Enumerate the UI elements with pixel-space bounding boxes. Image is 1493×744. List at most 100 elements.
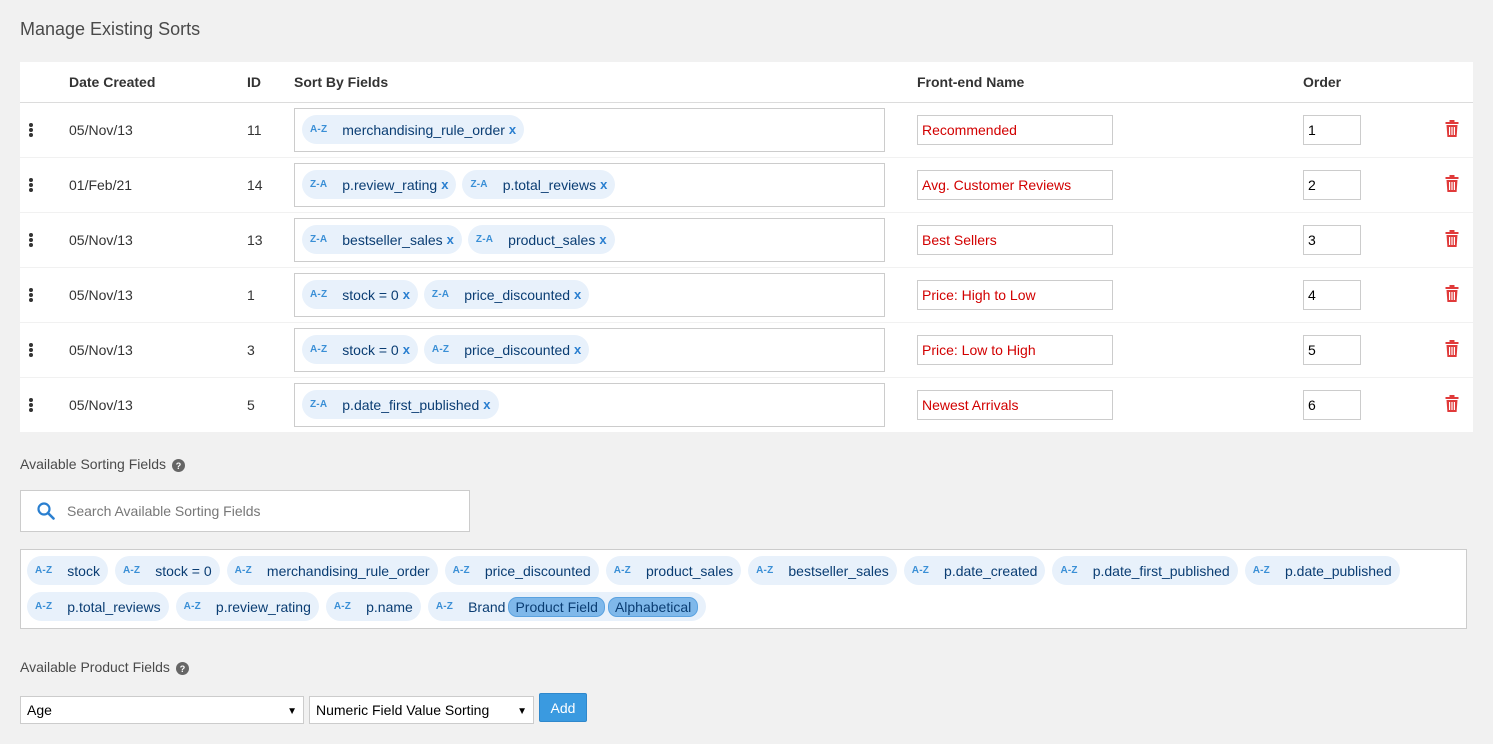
sort-direction-badge[interactable]: Z-A [310,179,327,190]
remove-field-icon[interactable]: x [509,122,516,137]
header-id: ID [247,62,294,103]
frontend-name-input[interactable] [917,224,1113,255]
available-field-chip[interactable]: A-Z p.total_reviews [27,592,169,621]
order-input[interactable] [1303,279,1361,310]
sort-direction-badge[interactable]: A-Z [453,565,470,576]
sort-direction-badge[interactable]: A-Z [235,565,252,576]
available-field-chip[interactable]: A-Z stock [27,556,108,585]
drag-handle-icon[interactable] [29,342,33,358]
available-sorting-label: Available Sorting Fields ? [20,455,186,472]
trash-icon[interactable] [1445,394,1459,415]
sort-direction-badge[interactable]: A-Z [334,601,351,612]
remove-field-icon[interactable]: x [403,287,410,302]
order-input[interactable] [1303,389,1361,420]
drag-handle-icon[interactable] [29,232,33,248]
available-field-chip[interactable]: A-Z bestseller_sales [748,556,897,585]
remove-field-icon[interactable]: x [447,232,454,247]
trash-icon[interactable] [1445,229,1459,250]
order-input[interactable] [1303,169,1361,200]
frontend-name-input[interactable] [917,169,1113,200]
available-field-chip[interactable]: A-Z p.date_first_published [1052,556,1238,585]
sort-direction-badge[interactable]: A-Z [1253,565,1270,576]
sort-direction-badge[interactable]: Z-A [432,289,449,300]
drag-handle-icon[interactable] [29,122,33,138]
available-field-chip[interactable]: A-Z merchandising_rule_order [226,556,438,585]
frontend-name-input[interactable] [917,279,1113,310]
sort-field-chip[interactable]: Z-A price_discounted x [423,280,590,309]
sort-fields-box[interactable]: Z-A p.date_first_published x [294,382,885,427]
sort-direction-badge[interactable]: A-Z [614,565,631,576]
remove-field-icon[interactable]: x [441,177,448,192]
sort-direction-badge[interactable]: Z-A [310,399,327,410]
sort-field-chip[interactable]: A-Z stock = 0 x [302,335,418,364]
frontend-name-input[interactable] [917,334,1113,365]
trash-icon[interactable] [1445,339,1459,360]
available-field-chip[interactable]: A-Z p.date_created [903,556,1046,585]
sort-direction-badge[interactable]: A-Z [310,124,327,135]
sort-field-chip[interactable]: A-Z price_discounted x [423,335,590,364]
sort-field-chip[interactable]: Z-A product_sales x [467,225,615,254]
order-input[interactable] [1303,114,1361,145]
sort-type-value: Numeric Field Value Sorting [316,702,490,718]
sort-field-chip[interactable]: Z-A p.total_reviews x [462,170,616,199]
sort-field-chip[interactable]: Z-A p.date_first_published x [302,390,499,420]
sort-fields-box[interactable]: Z-A bestseller_sales x Z-A product_sales… [294,217,885,262]
sort-direction-badge[interactable]: Z-A [470,179,487,190]
sort-direction-badge[interactable]: Z-A [476,234,493,245]
sort-direction-badge[interactable]: A-Z [432,344,449,355]
sort-fields-box[interactable]: A-Z merchandising_rule_order x [294,107,885,152]
help-icon[interactable]: ? [172,459,186,472]
sort-field-name: price_discounted [464,341,571,358]
drag-handle-icon[interactable] [29,287,33,303]
frontend-name-input[interactable] [917,389,1113,420]
id-cell: 1 [247,267,294,323]
available-field-chip[interactable]: A-Z p.name [325,592,421,621]
sort-direction-badge[interactable]: A-Z [184,601,201,612]
remove-field-icon[interactable]: x [574,287,581,302]
frontend-name-input[interactable] [917,114,1113,145]
available-field-chip[interactable]: A-Z price_discounted [444,556,599,585]
drag-handle-icon[interactable] [29,397,33,413]
available-field-chip[interactable]: A-Z stock = 0 [114,556,220,585]
order-input[interactable] [1303,224,1361,255]
available-field-chip[interactable]: A-Z Brand Product Field Alphabetical [427,592,707,621]
available-field-chip[interactable]: A-Z p.date_published [1244,556,1400,585]
sort-field-chip[interactable]: A-Z merchandising_rule_order x [302,115,525,144]
search-input[interactable] [65,502,469,520]
drag-handle-icon[interactable] [29,177,33,193]
trash-icon[interactable] [1445,284,1459,305]
help-icon[interactable]: ? [175,662,189,675]
order-input[interactable] [1303,334,1361,365]
sort-direction-badge[interactable]: A-Z [123,565,140,576]
caret-down-icon: ▼ [287,705,297,717]
sort-type-select[interactable]: Numeric Field Value Sorting ▼ [309,696,534,724]
sort-direction-badge[interactable]: A-Z [436,601,453,612]
sort-direction-badge[interactable]: A-Z [310,289,327,300]
sort-direction-badge[interactable]: A-Z [35,601,52,612]
sort-direction-badge[interactable]: A-Z [35,565,52,576]
sort-field-chip[interactable]: Z-A bestseller_sales x [302,225,462,254]
trash-icon[interactable] [1445,174,1459,195]
sort-fields-box[interactable]: Z-A p.review_rating x Z-A p.total_review… [294,162,885,207]
sort-field-chip[interactable]: Z-A p.review_rating x [302,170,457,199]
remove-field-icon[interactable]: x [483,397,490,412]
sort-direction-badge[interactable]: Z-A [310,234,327,245]
sort-field-chip[interactable]: A-Z stock = 0 x [302,280,418,309]
search-sorting-fields[interactable] [20,490,470,532]
trash-icon[interactable] [1445,119,1459,140]
header-sort-by-fields: Sort By Fields [294,62,917,103]
product-field-select[interactable]: Age ▼ [20,696,304,724]
available-field-chip[interactable]: A-Z p.review_rating [175,592,319,621]
sort-direction-badge[interactable]: A-Z [756,565,773,576]
sort-fields-box[interactable]: A-Z stock = 0 x A-Z price_discounted x [294,327,885,372]
sort-direction-badge[interactable]: A-Z [1060,565,1077,576]
sort-fields-box[interactable]: A-Z stock = 0 x Z-A price_discounted x [294,272,885,317]
add-button[interactable]: Add [539,693,587,722]
remove-field-icon[interactable]: x [600,177,607,192]
available-field-chip[interactable]: A-Z product_sales [605,556,742,585]
remove-field-icon[interactable]: x [599,232,606,247]
remove-field-icon[interactable]: x [403,342,410,357]
sort-direction-badge[interactable]: A-Z [310,344,327,355]
sort-direction-badge[interactable]: A-Z [912,565,929,576]
remove-field-icon[interactable]: x [574,342,581,357]
